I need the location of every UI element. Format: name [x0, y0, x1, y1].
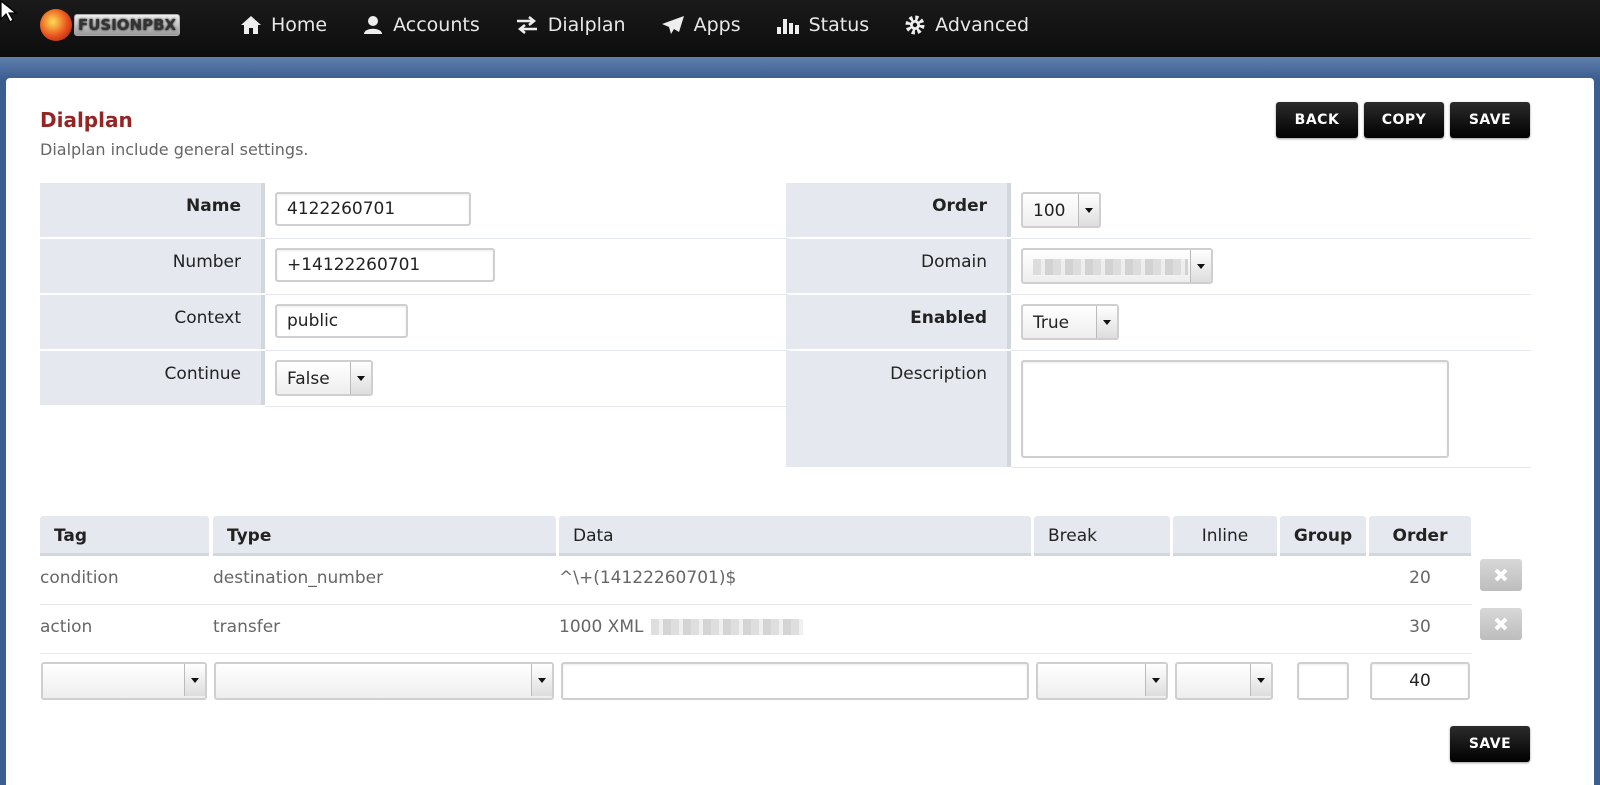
nav-apps[interactable]: Apps — [661, 14, 741, 36]
nav-home-label: Home — [271, 14, 328, 36]
close-icon — [1494, 568, 1508, 582]
fusionpbx-logo-icon — [40, 9, 72, 41]
row-divider — [1011, 467, 1531, 468]
row-data: 1000 XML — [559, 617, 803, 637]
close-icon — [1494, 617, 1508, 631]
row-tag: action — [40, 617, 93, 637]
chevron-down-icon — [1078, 194, 1099, 226]
row-order: 30 — [1409, 617, 1431, 637]
exchange-icon — [516, 16, 537, 34]
chevron-down-icon — [184, 664, 205, 696]
save-button[interactable]: SAVE — [1450, 102, 1530, 138]
row-type: destination_number — [213, 568, 384, 588]
page-subtitle: Dialplan include general settings. — [40, 140, 309, 159]
column-header-data: Data — [559, 516, 1031, 556]
name-label: Name — [40, 183, 265, 237]
page-title: Dialplan — [40, 108, 133, 132]
back-button[interactable]: BACK — [1276, 102, 1358, 138]
user-icon — [364, 16, 383, 34]
delete-row-button[interactable] — [1480, 559, 1522, 591]
copy-button[interactable]: COPY — [1364, 102, 1444, 138]
redacted-context — [650, 619, 803, 635]
nav-home[interactable]: Home — [240, 14, 327, 36]
row-divider — [1011, 294, 1531, 295]
new-inline-select[interactable] — [1175, 662, 1273, 700]
chevron-down-icon — [350, 362, 371, 394]
paper-plane-icon — [661, 16, 684, 34]
logo-text: FUSIONPBX — [74, 14, 181, 36]
number-label: Number — [40, 239, 265, 293]
nav-apps-label: Apps — [693, 14, 741, 36]
order-select-value: 100 — [1033, 201, 1066, 221]
row-divider — [1011, 238, 1531, 239]
row-type: transfer — [213, 617, 281, 637]
nav-accounts-label: Accounts — [393, 14, 480, 36]
column-header-group: Group — [1280, 516, 1366, 556]
nav-status-label: Status — [808, 14, 870, 36]
continue-select[interactable]: False — [275, 360, 373, 396]
new-order-input[interactable] — [1370, 662, 1470, 700]
number-input[interactable] — [275, 248, 495, 282]
nav-accounts[interactable]: Accounts — [362, 14, 480, 36]
enabled-select-value: True — [1033, 313, 1070, 333]
nav-advanced-label: Advanced — [935, 14, 1030, 36]
new-type-select[interactable] — [214, 662, 554, 700]
new-group-input[interactable] — [1297, 662, 1349, 700]
mouse-cursor-icon — [0, 0, 18, 23]
nav-dialplan[interactable]: Dialplan — [515, 14, 626, 36]
chevron-down-icon — [1250, 664, 1271, 696]
new-data-input[interactable] — [561, 662, 1029, 700]
nav-divider — [0, 57, 1600, 78]
new-tag-select[interactable] — [41, 662, 207, 700]
chevron-down-icon — [1096, 306, 1117, 338]
enabled-label: Enabled — [786, 295, 1011, 349]
row-divider — [265, 406, 789, 407]
redacted-domain — [1033, 259, 1188, 275]
column-header-tag: Tag — [40, 516, 209, 556]
row-tag: condition — [40, 568, 119, 588]
context-input[interactable] — [275, 304, 408, 338]
description-textarea[interactable] — [1021, 360, 1449, 458]
domain-select[interactable] — [1021, 248, 1213, 284]
home-icon — [241, 16, 261, 34]
row-divider — [265, 294, 789, 295]
main-panel: Dialplan Dialplan include general settin… — [6, 78, 1594, 785]
enabled-select[interactable]: True — [1021, 304, 1119, 340]
name-input[interactable] — [275, 192, 471, 226]
column-header-type: Type — [213, 516, 556, 556]
context-label: Context — [40, 295, 265, 349]
continue-select-value: False — [287, 369, 330, 389]
order-label: Order — [786, 183, 1011, 237]
row-divider — [40, 653, 1472, 654]
logo[interactable]: FUSIONPBX — [40, 8, 181, 42]
row-data: ^\+(14122260701)$ — [559, 568, 737, 588]
description-label: Description — [786, 351, 1011, 467]
chevron-down-icon — [1190, 250, 1211, 282]
top-navbar: FUSIONPBX Home Accounts Dialplan Apps St… — [0, 0, 1600, 57]
nav-status[interactable]: Status — [776, 14, 870, 36]
nav-advanced[interactable]: Advanced — [904, 14, 1029, 36]
continue-label: Continue — [40, 351, 265, 405]
row-divider — [265, 350, 789, 351]
column-header-order: Order — [1369, 516, 1471, 556]
chevron-down-icon — [531, 664, 552, 696]
column-header-inline: Inline — [1173, 516, 1277, 556]
bar-chart-icon — [776, 19, 799, 34]
row-divider — [265, 238, 789, 239]
chevron-down-icon — [1145, 664, 1166, 696]
row-order: 20 — [1409, 568, 1431, 588]
order-select[interactable]: 100 — [1021, 192, 1101, 228]
row-data-text: 1000 XML — [559, 617, 644, 637]
delete-row-button[interactable] — [1480, 608, 1522, 640]
row-divider — [40, 604, 1472, 605]
nav-dialplan-label: Dialplan — [547, 14, 626, 36]
save-button-bottom[interactable]: SAVE — [1450, 726, 1530, 762]
row-divider — [1011, 350, 1531, 351]
domain-label: Domain — [786, 239, 1011, 293]
gear-icon — [905, 15, 925, 35]
new-break-select[interactable] — [1036, 662, 1168, 700]
column-header-break: Break — [1034, 516, 1170, 556]
